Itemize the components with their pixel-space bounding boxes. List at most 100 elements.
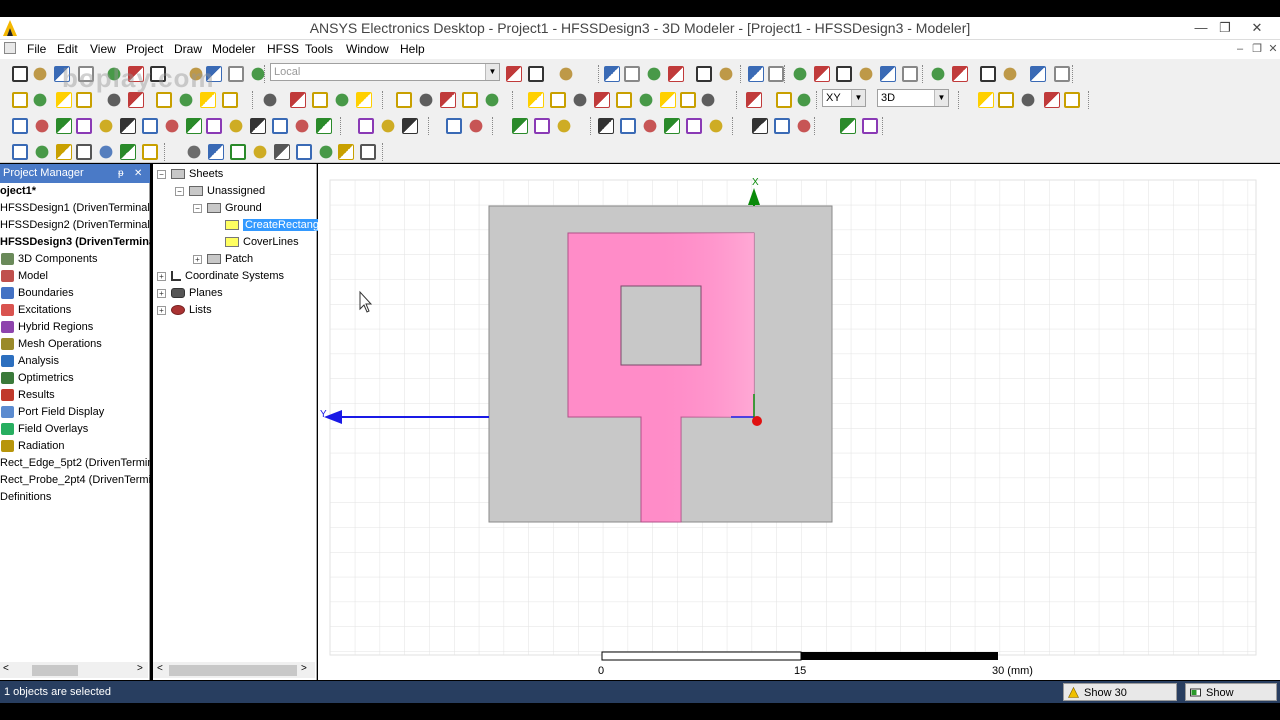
toolbar-tool-icon[interactable] <box>35 145 49 159</box>
toolbar-tool-icon[interactable] <box>978 92 994 108</box>
toolbar-tool-icon[interactable] <box>952 66 968 82</box>
menu-tools[interactable]: Tools <box>305 42 333 56</box>
toolbar-tool-icon[interactable] <box>1021 93 1035 107</box>
minimize-button[interactable]: — <box>1190 19 1212 37</box>
project-manager-scrollbar[interactable]: < > <box>0 662 148 678</box>
toolbar-tool-icon[interactable] <box>719 67 733 81</box>
close-icon[interactable]: ✕ <box>134 164 142 183</box>
toolbar-tool-icon[interactable] <box>559 67 573 81</box>
toolbar-tool-icon[interactable] <box>696 66 712 82</box>
project-tree-item[interactable]: Results <box>0 387 150 404</box>
toolbar-tool-icon[interactable] <box>338 144 354 160</box>
toolbar-tool-icon[interactable] <box>1064 92 1080 108</box>
toolbar-tool-icon[interactable] <box>862 118 878 134</box>
restore-button[interactable]: ❐ <box>1214 19 1236 37</box>
toolbar-tool-icon[interactable] <box>598 118 614 134</box>
toolbar-tool-icon[interactable] <box>156 92 172 108</box>
toolbar-tool-icon[interactable] <box>206 118 222 134</box>
project-tree-item[interactable]: Boundaries <box>0 285 150 302</box>
toolbar-tool-icon[interactable] <box>814 66 830 82</box>
toolbar-tool-icon[interactable] <box>419 93 433 107</box>
mdi-close-button[interactable]: ✕ <box>1265 41 1280 57</box>
toolbar-tool-icon[interactable] <box>594 92 610 108</box>
model-tree-item[interactable]: + Coordinate Systems <box>157 268 284 285</box>
scroll-right-icon[interactable]: > <box>301 663 307 674</box>
toolbar-tool-icon[interactable] <box>664 118 680 134</box>
toolbar-tool-icon[interactable] <box>647 67 661 81</box>
toolbar-tool-icon[interactable] <box>859 67 873 81</box>
toolbar-tool-icon[interactable] <box>76 118 92 134</box>
toolbar-tool-icon[interactable] <box>748 66 764 82</box>
scroll-left-icon[interactable]: < <box>157 663 163 674</box>
toolbar-tool-icon[interactable] <box>1030 66 1046 82</box>
toolbar-tool-icon[interactable] <box>604 66 620 82</box>
project-tree-item[interactable]: Rect_Probe_2pt4 (DrivenTerminal) <box>0 472 150 489</box>
toolbar-tool-icon[interactable] <box>312 92 328 108</box>
toolbar-tool-icon[interactable] <box>335 93 349 107</box>
toolbar-tool-icon[interactable] <box>512 118 528 134</box>
toolbar-tool-icon[interactable] <box>746 92 762 108</box>
toolbar-tool-icon[interactable] <box>534 118 550 134</box>
toolbar-tool-icon[interactable] <box>107 93 121 107</box>
toolbar-tool-icon[interactable] <box>128 92 144 108</box>
toolbar-tool-icon[interactable] <box>274 144 290 160</box>
menu-help[interactable]: Help <box>400 42 425 56</box>
model-tree-item[interactable]: CoverLines <box>211 234 299 251</box>
toolbar-tool-icon[interactable] <box>290 92 306 108</box>
toolbar-tool-icon[interactable] <box>272 118 288 134</box>
project-tree-item[interactable]: oject1* <box>0 183 150 200</box>
toolbar-tool-icon[interactable] <box>440 92 456 108</box>
menu-file[interactable]: File <box>27 42 46 56</box>
project-tree-item[interactable]: HFSSDesign1 (DrivenTerminal) <box>0 200 150 217</box>
toolbar-tool-icon[interactable] <box>99 145 113 159</box>
toolbar-tool-icon[interactable] <box>624 66 640 82</box>
model-tree-item[interactable]: CreateRectangle <box>211 217 330 234</box>
expand-toggle-icon[interactable]: − <box>175 186 184 196</box>
toolbar-tool-icon[interactable] <box>76 92 92 108</box>
toolbar-tool-icon[interactable] <box>12 118 28 134</box>
toolbar-tool-icon[interactable] <box>253 145 267 159</box>
toolbar-tool-icon[interactable] <box>12 144 28 160</box>
toolbar-tool-icon[interactable] <box>797 119 811 133</box>
toolbar-tool-icon[interactable] <box>142 118 158 134</box>
toolbar-tool-icon[interactable] <box>620 118 636 134</box>
view-mode-select[interactable]: 3D ▼ <box>877 89 949 107</box>
expand-toggle-icon[interactable]: − <box>157 169 166 179</box>
project-tree-item[interactable]: Rect_Edge_5pt2 (DrivenTerminal) <box>0 455 150 472</box>
toolbar-tool-icon[interactable] <box>35 119 49 133</box>
scrollbar-thumb[interactable] <box>32 665 78 676</box>
model-tree-item[interactable]: − Sheets <box>157 166 223 183</box>
toolbar-tool-icon[interactable] <box>208 144 224 160</box>
toolbar-tool-icon[interactable] <box>709 119 723 133</box>
toolbar-tool-icon[interactable] <box>639 93 653 107</box>
menu-hfss[interactable]: HFSS <box>267 42 299 56</box>
project-tree-item[interactable]: Optimetrics <box>0 370 150 387</box>
toolbar-tool-icon[interactable] <box>228 66 244 82</box>
menu-edit[interactable]: Edit <box>57 42 78 56</box>
toolbar-tool-icon[interactable] <box>56 144 72 160</box>
project-tree-item[interactable]: Field Overlays <box>0 421 150 438</box>
mdi-restore-button[interactable]: ❐ <box>1249 41 1265 57</box>
document-icon[interactable] <box>4 42 16 54</box>
expand-toggle-icon[interactable]: − <box>193 203 202 213</box>
toolbar-tool-icon[interactable] <box>263 93 277 107</box>
close-button[interactable]: ✕ <box>1246 19 1268 37</box>
toolbar-tool-icon[interactable] <box>616 92 632 108</box>
toolbar-tool-icon[interactable] <box>251 67 265 81</box>
menu-window[interactable]: Window <box>346 42 389 56</box>
toolbar-tool-icon[interactable] <box>550 92 566 108</box>
toolbar-tool-icon[interactable] <box>446 118 462 134</box>
mdi-minimize-button[interactable]: – <box>1232 41 1248 57</box>
toolbar-tool-icon[interactable] <box>643 119 657 133</box>
toolbar-tool-icon[interactable] <box>120 144 136 160</box>
project-tree-item[interactable]: HFSSDesign2 (DrivenTerminal) <box>0 217 150 234</box>
toolbar-tool-icon[interactable] <box>980 66 996 82</box>
project-tree-item[interactable]: 3D Components <box>0 251 150 268</box>
toolbar-tool-icon[interactable] <box>179 93 193 107</box>
toolbar-tool-icon[interactable] <box>998 92 1014 108</box>
menu-modeler[interactable]: Modeler <box>212 42 255 56</box>
toolbar-tool-icon[interactable] <box>660 92 676 108</box>
toolbar-tool-icon[interactable] <box>120 118 136 134</box>
toolbar-tool-icon[interactable] <box>360 144 376 160</box>
model-tree-scrollbar[interactable]: < > <box>153 662 315 678</box>
